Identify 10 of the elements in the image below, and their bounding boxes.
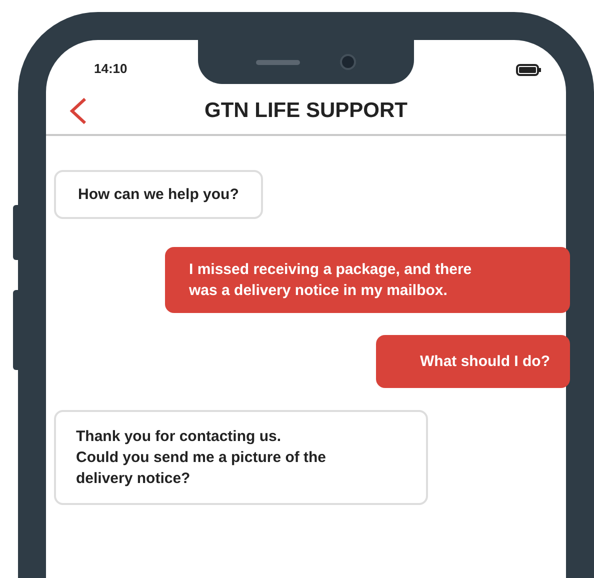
- status-time: 14:10: [94, 61, 128, 76]
- camera-dot: [340, 54, 356, 70]
- battery-icon: [516, 64, 542, 76]
- chat-message: Thank you for contacting us. Could you send me a picture of the delivery notice?: [54, 410, 428, 505]
- chat-message: I missed receiving a package, and there was a delivery notice in my mailbox.: [165, 247, 570, 313]
- chat-title: GTN LIFE SUPPORT: [204, 99, 408, 123]
- chat-message: What should I do?: [376, 335, 570, 388]
- back-icon[interactable]: [68, 96, 88, 126]
- chat-message: How can we help you?: [54, 170, 263, 219]
- speaker-grille: [256, 60, 300, 64]
